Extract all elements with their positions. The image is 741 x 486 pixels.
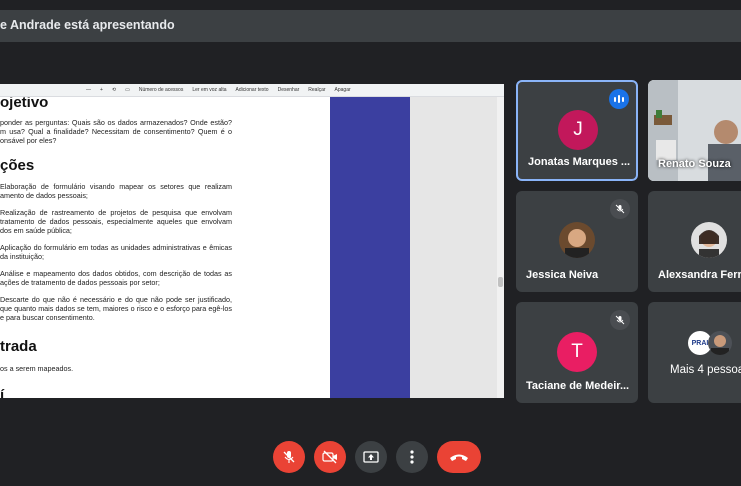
highlight-button[interactable]: Realçar (308, 87, 325, 93)
avatar (559, 222, 595, 258)
avatar-initial: J (573, 119, 583, 140)
avatar: T (557, 332, 597, 372)
presenting-banner: e Andrade está apresentando (0, 10, 741, 42)
access-count-button[interactable]: Número de acessos (139, 87, 183, 93)
mic-toggle-button[interactable] (273, 441, 305, 473)
acoes-item: Descarte do que não é necessário e do qu… (0, 295, 232, 322)
pdf-toolbar: — + ⟲ ▭ Número de acessos Ler em voz alt… (0, 84, 504, 97)
participant-name: Jonatas Marques ... (528, 156, 631, 168)
shared-screen: — + ⟲ ▭ Número de acessos Ler em voz alt… (0, 84, 504, 398)
heading-entrada: trada (0, 338, 37, 355)
hang-up-icon (450, 454, 468, 461)
pdf-document: ojetivo ponder as perguntas: Quais são o… (0, 97, 330, 398)
entrada-paragraph: os a serem mapeados. (0, 364, 74, 373)
avatar-badge: PRAI (691, 339, 709, 347)
acoes-item: Elaboração de formulário visando mapear … (0, 182, 232, 200)
add-text-button[interactable]: Adicionar texto (236, 87, 269, 93)
camera-off-icon (322, 450, 337, 464)
heading-objetivo: ojetivo (0, 97, 49, 111)
slide-background (330, 97, 410, 398)
zoom-in-button[interactable]: + (100, 87, 103, 93)
speaking-indicator-icon (609, 89, 629, 109)
acoes-item: Análise e mapeamento dos dados obtidos, … (0, 269, 232, 287)
participant-name: Alexsandra Ferr (658, 269, 741, 281)
acoes-item: Realização de rastreamento de projetos d… (0, 208, 232, 235)
avatar: J (558, 110, 598, 150)
participant-tile-jessica[interactable]: Jessica Neiva (516, 191, 638, 292)
participant-name: Jessica Neiva (526, 269, 599, 281)
more-vert-icon (410, 450, 414, 464)
erase-button[interactable]: Apagar (335, 87, 351, 93)
mic-off-icon (610, 199, 630, 219)
more-participants-label: Mais 4 pessoa (670, 364, 741, 376)
read-aloud-button[interactable]: Ler em voz alta (192, 87, 226, 93)
draw-button[interactable]: Desenhar (278, 87, 300, 93)
mic-off-icon (610, 310, 630, 330)
heading-cut: í (0, 387, 5, 398)
acoes-item: Aplicação do formulário em todas as unid… (0, 243, 232, 261)
more-participants-tile[interactable]: PRAI Mais 4 pessoa (648, 302, 741, 403)
heading-acoes: ções (0, 157, 35, 174)
leave-call-button[interactable] (437, 441, 481, 473)
scrollbar[interactable] (497, 97, 504, 398)
participant-tile-renato[interactable]: Renato Souza (648, 80, 741, 181)
participant-name: Taciane de Medeir... (526, 380, 630, 392)
participant-tile-taciane[interactable]: T Taciane de Medeir... (516, 302, 638, 403)
avatar (708, 331, 732, 355)
more-options-button[interactable] (396, 441, 428, 473)
fit-page-icon[interactable]: ▭ (125, 87, 130, 93)
objetivo-paragraph: ponder as perguntas: Quais são os dados … (0, 118, 232, 145)
present-screen-button[interactable] (355, 441, 387, 473)
avatar (691, 222, 727, 258)
participant-name: Renato Souza (658, 158, 731, 170)
avatar-initial: T (571, 341, 583, 362)
present-screen-icon (363, 451, 379, 463)
zoom-out-button[interactable]: — (86, 87, 91, 93)
participant-tile-jonatas[interactable]: J Jonatas Marques ... (516, 80, 638, 181)
mic-off-icon (283, 451, 295, 463)
presenting-text: e Andrade está apresentando (0, 18, 175, 32)
participant-tile-alexsandra[interactable]: Alexsandra Ferr (648, 191, 741, 292)
rotate-icon[interactable]: ⟲ (112, 87, 116, 93)
scrollbar-thumb[interactable] (498, 277, 503, 287)
camera-toggle-button[interactable] (314, 441, 346, 473)
viewer-background (410, 97, 504, 398)
